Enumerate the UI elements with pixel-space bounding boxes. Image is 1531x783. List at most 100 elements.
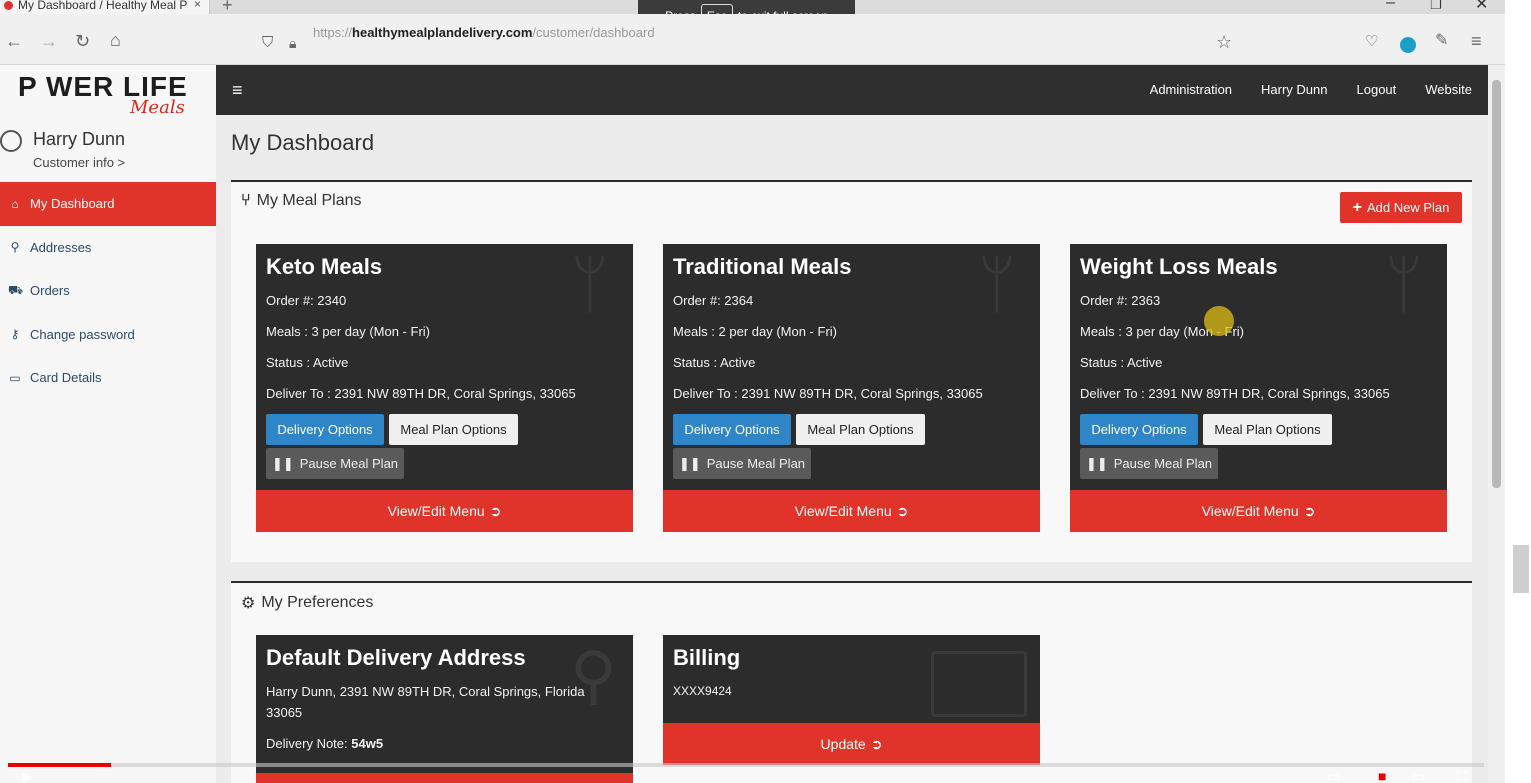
tab-title: My Dashboard / Healthy Meal P	[18, 0, 188, 12]
arrow-circle-right-icon: ➲	[870, 735, 883, 752]
meal-plans-heading-text: My Meal Plans	[256, 192, 362, 209]
view-edit-menu-label: View/Edit Menu	[794, 503, 892, 519]
hamburger-menu-icon[interactable]: ≡	[232, 80, 243, 101]
meals-per-day: Meals : 3 per day (Mon - Fri)	[266, 324, 430, 339]
add-new-plan-button[interactable]: + Add New Plan	[1340, 192, 1462, 223]
reload-icon[interactable]: ↻	[75, 32, 90, 50]
billing-card-number: XXXX9424	[673, 684, 732, 698]
meals-per-day: Meals : 2 per day (Mon - Fri)	[673, 324, 837, 339]
page-scrollbar-thumb[interactable]	[1492, 80, 1501, 488]
logo-script-text: Meals	[130, 97, 185, 118]
play-icon[interactable]: ▶	[22, 768, 33, 783]
address-bar[interactable]: https://healthymealplandelivery.com/cust…	[313, 25, 655, 40]
subtitles-icon[interactable]: ▭	[1327, 768, 1340, 783]
preferences-heading-text: My Preferences	[261, 594, 374, 611]
nav-logout[interactable]: Logout	[1357, 82, 1397, 97]
meal-plans-panel: ⑂ My Meal Plans + Add New Plan ᛘ Keto Me…	[231, 180, 1472, 562]
sidebar-item-change-password[interactable]: ⚷ Change password	[0, 313, 216, 357]
address-line-2: 33065	[266, 705, 303, 720]
pause-label: Pause Meal Plan	[299, 456, 399, 471]
forward-icon[interactable]: →	[40, 32, 58, 50]
order-number: Order #: 2364	[673, 293, 754, 308]
delivery-options-button[interactable]: Delivery Options	[1080, 414, 1198, 445]
billing-card: Billing XXXX9424 Update ➲	[663, 635, 1040, 765]
arrow-circle-right-icon: ➲	[489, 502, 502, 519]
pause-icon: ❚❚	[1085, 455, 1108, 471]
sidebar-item-label: Addresses	[30, 239, 92, 255]
sidebar-item-addresses[interactable]: ⚲ Addresses	[0, 226, 216, 270]
home-icon[interactable]: ⌂	[110, 31, 121, 49]
outer-scrollbar-thumb[interactable]	[1513, 545, 1529, 593]
user-avatar-icon	[0, 130, 22, 152]
view-edit-menu-label: View/Edit Menu	[387, 503, 485, 519]
meal-plan-title: Weight Loss Meals	[1080, 254, 1278, 279]
settings-icon[interactable]: ■	[1378, 768, 1386, 783]
order-number: Order #: 2340	[266, 293, 347, 308]
menu-icon[interactable]: ≡	[1471, 32, 1482, 50]
page-title: My Dashboard	[231, 130, 375, 155]
meal-plan-options-button[interactable]: Meal Plan Options	[1203, 414, 1332, 445]
cart-icon: ⛟	[8, 282, 24, 297]
pause-meal-plan-button[interactable]: ❚❚ Pause Meal Plan	[266, 448, 404, 479]
sidebar-item-label: Orders	[30, 283, 70, 299]
nav-user[interactable]: Harry Dunn	[1261, 82, 1327, 97]
credit-card-icon	[931, 651, 1027, 717]
window-close-icon[interactable]: ✕	[1475, 0, 1488, 14]
deliver-to: Deliver To : 2391 NW 89TH DR, Coral Spri…	[673, 386, 983, 401]
tab-close-icon[interactable]: ×	[194, 0, 201, 10]
plan-status: Status : Active	[673, 355, 756, 370]
gear-icon: ⚙	[241, 595, 256, 612]
view-edit-menu-button[interactable]: View/Edit Menu ➲	[663, 490, 1040, 532]
eyedropper-icon[interactable]: ✎	[1435, 32, 1448, 50]
pause-icon: ❚❚	[271, 455, 294, 471]
url-path: /customer/dashboard	[532, 25, 655, 40]
delivery-note-label: Delivery Note:	[266, 736, 348, 751]
view-edit-menu-button[interactable]: View/Edit Menu ➲	[256, 490, 633, 532]
sidebar-item-card-details[interactable]: ▭ Card Details	[0, 356, 216, 400]
billing-title: Billing	[673, 645, 741, 670]
miniplayer-icon[interactable]: ▭	[1412, 768, 1425, 783]
delivery-options-button[interactable]: Delivery Options	[266, 414, 384, 445]
bookmark-star-icon[interactable]: ☆	[1216, 33, 1232, 51]
sidebar-nav: ⌂ My Dashboard ⚲ Addresses ⛟ Orders ⚷ Change…	[0, 182, 216, 400]
customer-info-link[interactable]: Customer info >	[33, 155, 125, 170]
address-line-1: Harry Dunn, 2391 NW 89TH DR, Coral Sprin…	[266, 684, 585, 699]
restore-icon[interactable]: ❐	[1430, 0, 1442, 13]
pause-meal-plan-button[interactable]: ❚❚ Pause Meal Plan	[1080, 448, 1218, 479]
meal-plan-options-button[interactable]: Meal Plan Options	[796, 414, 925, 445]
extension-icon[interactable]	[1400, 37, 1416, 53]
minimize-icon[interactable]: –	[1386, 0, 1395, 12]
web-page: P WER LIFE Meals Harry Dunn Customer inf…	[0, 65, 1490, 783]
outer-scrollbar[interactable]	[1505, 0, 1531, 783]
pause-meal-plan-button[interactable]: ❚❚ Pause Meal Plan	[673, 448, 811, 479]
fullscreen-icon[interactable]: ⛶	[1457, 768, 1467, 783]
shield-icon[interactable]: ⛉	[262, 34, 273, 52]
top-navbar: ≡ Administration Harry Dunn Logout Websi…	[216, 65, 1488, 115]
arrow-circle-right-icon: ➲	[1303, 502, 1316, 519]
browser-tab[interactable]: My Dashboard / Healthy Meal P ×	[0, 0, 210, 14]
pause-label: Pause Meal Plan	[1113, 456, 1213, 471]
sidebar-item-my-dashboard[interactable]: ⌂ My Dashboard	[0, 182, 216, 226]
power-life-logo[interactable]: P WER LIFE Meals	[18, 71, 188, 118]
pause-icon: ❚❚	[678, 455, 701, 471]
url-domain: healthymealplandelivery.com	[352, 25, 533, 40]
update-billing-button[interactable]: Update ➲	[663, 723, 1040, 765]
sidebar-item-orders[interactable]: ⛟ Orders	[0, 269, 216, 313]
address-edit-button[interactable]	[256, 773, 633, 783]
pocket-icon[interactable]: ♡	[1365, 33, 1378, 51]
lock-icon[interactable]: 🔒︎	[289, 34, 296, 52]
meal-plan-options-button[interactable]: Meal Plan Options	[389, 414, 518, 445]
delivery-options-button[interactable]: Delivery Options	[673, 414, 791, 445]
top-nav-links: Administration Harry Dunn Logout Website	[1150, 82, 1472, 97]
sidebar-item-label: Card Details	[30, 370, 102, 386]
meal-plan-title: Traditional Meals	[673, 254, 852, 279]
sidebar-item-label: My Dashboard	[30, 196, 115, 212]
nav-website[interactable]: Website	[1425, 82, 1472, 97]
user-name: Harry Dunn	[33, 129, 126, 149]
nav-administration[interactable]: Administration	[1150, 82, 1232, 97]
view-edit-menu-button[interactable]: View/Edit Menu ➲	[1070, 490, 1447, 532]
meal-plan-card: ᛘ Traditional Meals Order #: 2364 Meals …	[663, 244, 1040, 532]
back-icon[interactable]: ←	[5, 32, 23, 50]
preferences-heading: ⚙ My Preferences	[241, 593, 373, 613]
video-progress-track[interactable]	[8, 763, 1484, 767]
